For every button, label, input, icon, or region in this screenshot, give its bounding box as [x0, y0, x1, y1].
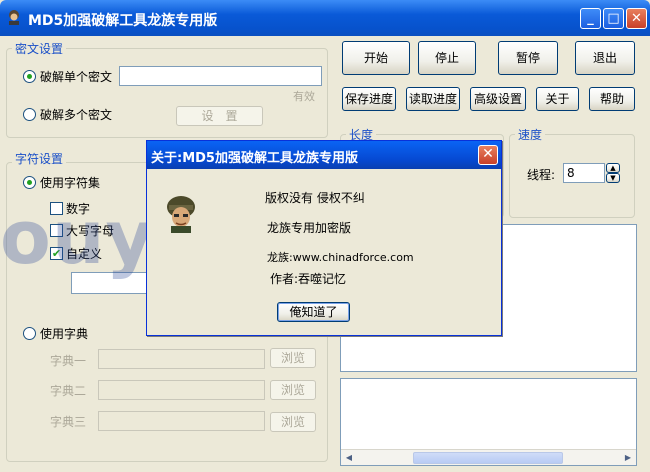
spin-down-icon[interactable]: ▼: [606, 173, 620, 183]
exit-button[interactable]: 退出: [575, 41, 635, 75]
horizontal-scrollbar[interactable]: ◀ ▶: [341, 449, 636, 465]
cipher-settings-title: 密文设置: [12, 40, 67, 57]
advanced-settings-button[interactable]: 高级设置: [470, 87, 526, 111]
speed-title: 速度: [515, 126, 546, 143]
use-dictionary-label: 使用字典: [40, 327, 89, 341]
valid-label: 有效: [293, 90, 315, 103]
scroll-thumb[interactable]: [413, 452, 563, 464]
use-dictionary-radio[interactable]: [23, 327, 36, 340]
minimize-button[interactable]: _: [580, 8, 601, 29]
title-bar[interactable]: MD5加强破解工具龙族专用版 _ □ ✕: [0, 0, 650, 36]
app-icon: [9, 10, 19, 25]
about-edition-text: 龙族专用加密版: [267, 221, 352, 235]
about-website-text: 龙族:www.chinadforce.com: [267, 251, 414, 264]
pause-button[interactable]: 暂停: [498, 41, 558, 75]
about-copyright-text: 版权没有 侵权不纠: [265, 191, 365, 205]
stop-button[interactable]: 停止: [418, 41, 476, 75]
threads-label: 线程:: [527, 168, 556, 182]
use-charset-radio[interactable]: [23, 176, 36, 189]
save-progress-button[interactable]: 保存进度: [342, 87, 396, 111]
scroll-right-icon[interactable]: ▶: [622, 452, 634, 464]
about-ok-button[interactable]: 俺知道了: [277, 302, 350, 322]
cipher-settings-group: [6, 48, 328, 138]
maximize-button[interactable]: □: [603, 8, 624, 29]
use-charset-label: 使用字符集: [40, 176, 101, 190]
about-dialog: 关于:MD5加强破解工具龙族专用版 ✕ 版权没有 侵权不纠 龙族专用加密版 龙族…: [146, 140, 502, 336]
dict2-browse-button[interactable]: 浏览: [270, 380, 316, 400]
spin-up-icon[interactable]: ▲: [606, 163, 620, 173]
start-button[interactable]: 开始: [342, 41, 410, 75]
dict1-label: 字典一: [50, 354, 87, 368]
about-dialog-titlebar[interactable]: 关于:MD5加强破解工具龙族专用版 ✕: [147, 141, 501, 169]
log-list[interactable]: ◀ ▶: [340, 378, 637, 466]
close-button[interactable]: ✕: [626, 8, 647, 29]
threads-input[interactable]: 8: [563, 163, 605, 183]
about-dialog-title: 关于:MD5加强破解工具龙族专用版: [151, 151, 358, 166]
load-progress-button[interactable]: 读取进度: [406, 87, 460, 111]
dict1-input[interactable]: [98, 349, 265, 369]
multi-cipher-radio[interactable]: [23, 108, 36, 121]
dict2-input[interactable]: [98, 380, 265, 400]
dict2-label: 字典二: [50, 384, 87, 398]
multi-cipher-label: 破解多个密文: [40, 108, 113, 122]
single-cipher-label: 破解单个密文: [40, 70, 113, 84]
soldier-avatar-icon: [167, 196, 195, 233]
scroll-left-icon[interactable]: ◀: [343, 452, 355, 464]
threads-spinner[interactable]: ▲ ▼: [606, 163, 620, 183]
about-button[interactable]: 关于: [536, 87, 579, 111]
dict3-input[interactable]: [98, 411, 265, 431]
about-close-button[interactable]: ✕: [478, 145, 498, 165]
single-cipher-input[interactable]: [119, 66, 322, 86]
dict3-browse-button[interactable]: 浏览: [270, 412, 316, 432]
window-title: MD5加强破解工具龙族专用版: [28, 13, 218, 29]
about-author-text: 作者:吞噬记忆: [270, 272, 347, 286]
dict3-label: 字典三: [50, 415, 87, 429]
dict1-browse-button[interactable]: 浏览: [270, 348, 316, 368]
single-cipher-radio[interactable]: [23, 70, 36, 83]
help-button[interactable]: 帮助: [589, 87, 635, 111]
charset-settings-title: 字符设置: [12, 150, 67, 167]
set-button[interactable]: 设 置: [176, 106, 263, 126]
